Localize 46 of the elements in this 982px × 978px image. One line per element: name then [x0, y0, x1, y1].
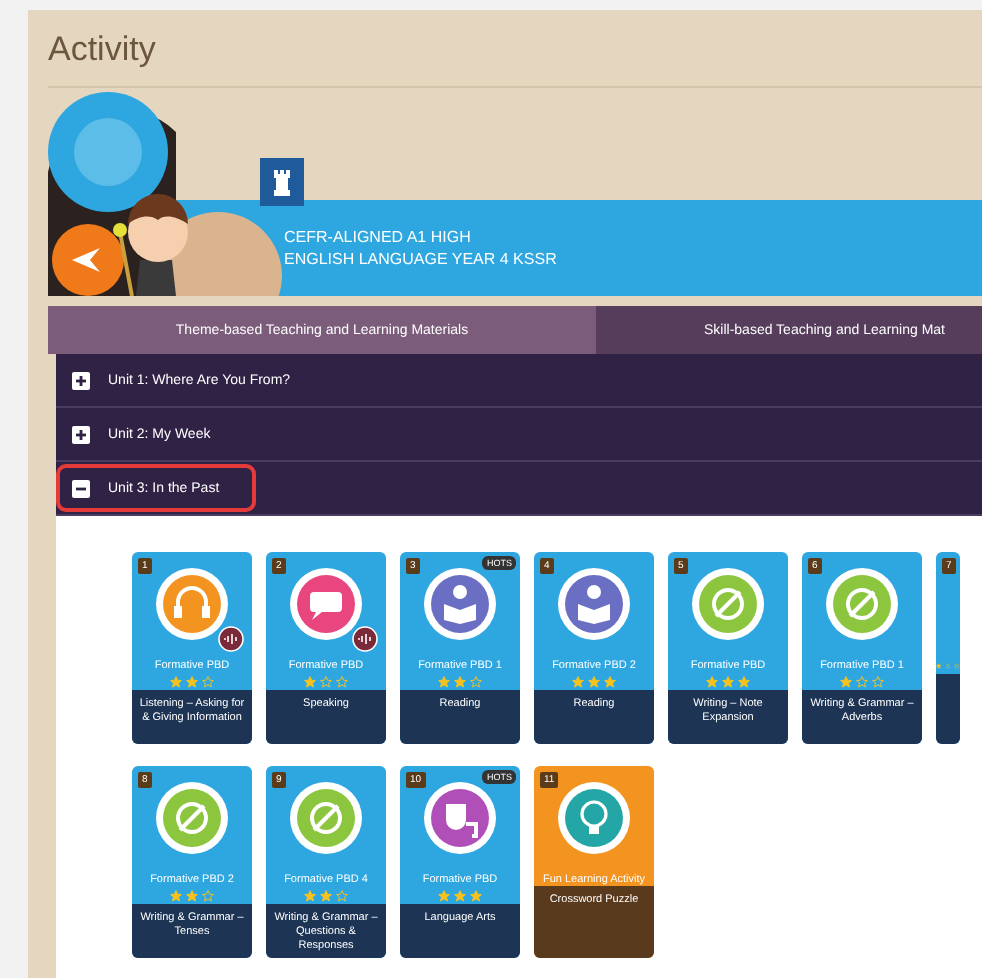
star-icon [304, 675, 316, 687]
activity-icon [556, 566, 632, 642]
star-icon [954, 659, 960, 671]
star-icon [320, 675, 332, 687]
star-icon [304, 889, 316, 901]
star-icon [840, 675, 852, 687]
page-title: Activity [48, 10, 982, 88]
course-title: CEFR-ALIGNED A1 HIGH [284, 228, 473, 246]
expand-icon[interactable] [72, 425, 90, 443]
activity-icon [824, 566, 900, 642]
collapse-icon[interactable] [72, 479, 90, 497]
star-icon [856, 675, 868, 687]
star-icon [738, 675, 750, 687]
activity-icon [288, 780, 364, 856]
star-icon [170, 889, 182, 901]
lightbulb-icon [556, 780, 632, 856]
star-icon [588, 675, 600, 687]
star-icon [722, 675, 734, 687]
star-icon [936, 659, 942, 671]
star-icon [170, 675, 182, 687]
activity-icon [288, 566, 364, 642]
star-icon [186, 675, 198, 687]
star-icon [604, 675, 616, 687]
star-icon [454, 889, 466, 901]
expand-icon[interactable] [72, 371, 90, 389]
star-icon [438, 889, 450, 901]
star-icon [202, 889, 214, 901]
activity-icon [422, 780, 498, 856]
star-icon [945, 659, 951, 671]
star-icon [320, 889, 332, 901]
star-icon [572, 675, 584, 687]
star-icon [202, 675, 214, 687]
star-icon [438, 675, 450, 687]
activity-icon [690, 566, 766, 642]
activity-icon [154, 566, 230, 642]
star-icon [186, 889, 198, 901]
activity-icon [154, 780, 230, 856]
star-icon [454, 675, 466, 687]
activity-icon [422, 566, 498, 642]
star-icon [706, 675, 718, 687]
star-icon [336, 889, 348, 901]
star-icon [470, 889, 482, 901]
star-icon [872, 675, 884, 687]
course-title: ENGLISH LANGUAGE YEAR 4 KSSR [284, 250, 559, 268]
star-icon [336, 675, 348, 687]
star-icon [470, 675, 482, 687]
